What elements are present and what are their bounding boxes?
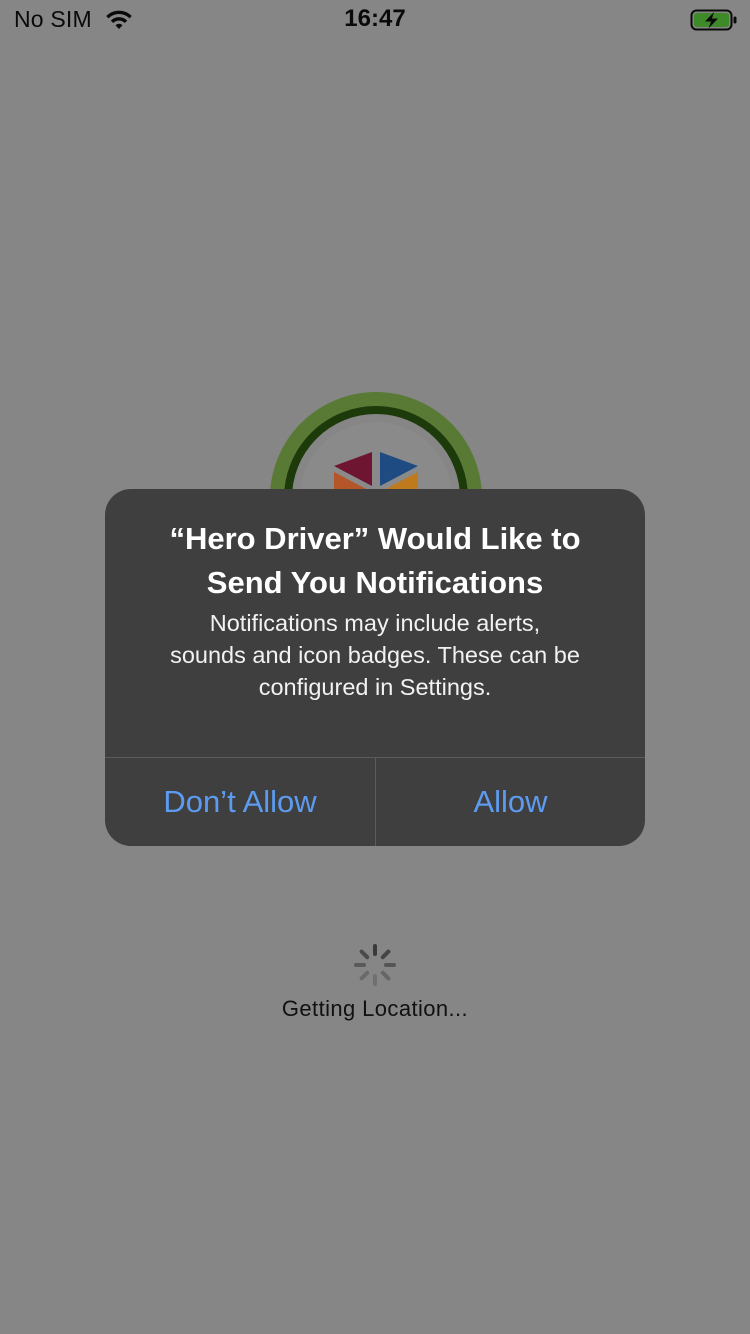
alert-message: Notifications may include alerts, sounds… xyxy=(131,607,619,703)
battery-charging-icon xyxy=(690,9,737,31)
loading-label: Getting Location... xyxy=(281,996,469,1021)
notification-permission-alert: “Hero Driver” Would Like to Send You Not… xyxy=(105,489,645,846)
alert-message-line-2: sounds and icon badges. These can be xyxy=(170,642,580,668)
alert-title: “Hero Driver” Would Like to Send You Not… xyxy=(125,517,625,605)
alert-title-line-1: “Hero Driver” Would Like to xyxy=(169,521,581,556)
status-bar: No SIM 16:47 xyxy=(0,0,750,40)
loading-spinner-icon xyxy=(354,944,396,986)
alert-title-line-2: Send You Notifications xyxy=(206,565,544,600)
alert-message-line-1: Notifications may include alerts, xyxy=(209,610,541,636)
alert-message-line-3: configured in Settings. xyxy=(258,674,492,700)
allow-button[interactable]: Allow xyxy=(376,758,645,846)
dont-allow-button[interactable]: Don’t Allow xyxy=(105,758,375,846)
clock: 16:47 xyxy=(344,5,406,32)
